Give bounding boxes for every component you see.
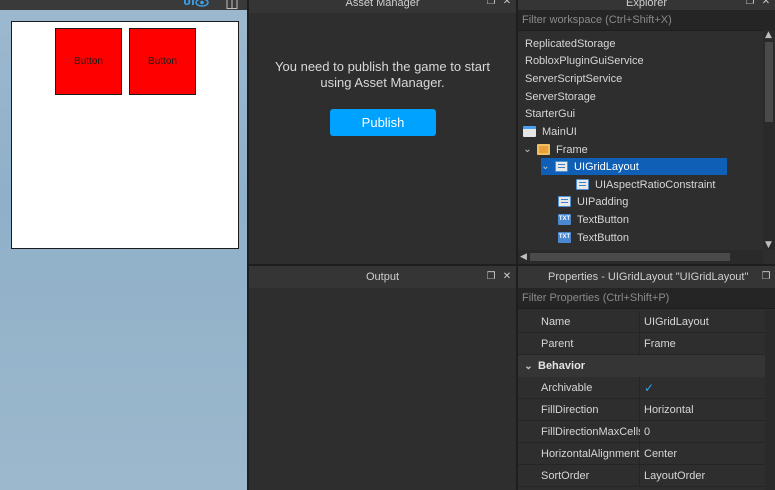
properties-filter-input[interactable]: Filter Properties (Ctrl+Shift+P) — [518, 288, 775, 309]
properties-table: Name UIGridLayout Parent Frame ⌄ Behavio… — [518, 310, 775, 490]
property-category-behavior[interactable]: ⌄ Behavior — [518, 355, 775, 377]
restore-icon[interactable]: ❐ — [486, 271, 496, 283]
publish-message: You need to publish the game to start us… — [275, 59, 490, 90]
tree-item-replicatedstorage[interactable]: ReplicatedStorage — [525, 35, 616, 52]
scrollbar-thumb[interactable] — [765, 42, 773, 122]
property-row-horizontalalignment[interactable]: HorizontalAlignment Center — [518, 443, 775, 465]
restore-icon[interactable]: ❐ — [486, 0, 496, 8]
scroll-left-icon[interactable]: ◀ — [520, 252, 527, 262]
frame-icon — [537, 144, 550, 155]
scroll-down-icon[interactable]: ▼ — [765, 240, 772, 250]
studio-window: UI Button Button Asset Manager ❐ ✕ You n… — [0, 0, 775, 490]
viewport[interactable]: UI Button Button — [0, 0, 247, 490]
tree-item-serverstorage[interactable]: ServerStorage — [525, 88, 596, 105]
chevron-down-icon[interactable]: ⌄ — [524, 361, 533, 372]
explorer-horizontal-scrollbar[interactable]: ◀ — [518, 250, 763, 264]
output-header[interactable]: Output ❐ ✕ — [249, 266, 516, 288]
publish-button[interactable]: Publish — [330, 109, 436, 136]
textbutton-icon: TXT — [558, 232, 571, 243]
device-icon[interactable] — [226, 0, 238, 9]
close-icon[interactable]: ✕ — [502, 0, 512, 8]
explorer-vertical-scrollbar[interactable]: ▲ ▼ — [763, 30, 775, 250]
close-icon[interactable]: ✕ — [761, 0, 771, 8]
tree-item-frame[interactable]: ⌄ Frame — [523, 141, 587, 158]
properties-header[interactable]: Properties - UIGridLayout "UIGridLayout"… — [518, 266, 775, 288]
chevron-down-icon[interactable]: ⌄ — [523, 144, 532, 155]
property-row-filldirectionmaxcells[interactable]: FillDirectionMaxCells 0 — [518, 421, 775, 443]
textbutton-icon: TXT — [558, 214, 571, 225]
explorer-panel: Explorer ❐ ✕ Filter workspace (Ctrl+Shif… — [518, 0, 775, 264]
tree-item-startergui[interactable]: StarterGui — [525, 105, 575, 122]
gui-text-button-2[interactable]: Button — [129, 28, 196, 95]
properties-panel: Properties - UIGridLayout "UIGridLayout"… — [518, 266, 775, 490]
tree-item-mainui[interactable]: MainUI — [523, 123, 577, 140]
uigridlayout-icon — [555, 161, 568, 172]
archivable-checkbox[interactable]: ✓ — [644, 381, 654, 395]
property-row-sortorder[interactable]: SortOrder LayoutOrder — [518, 465, 775, 487]
tree-item-robloxpluginguiservice[interactable]: RobloxPluginGuiService — [525, 52, 644, 69]
tree-item-textbutton-1[interactable]: TXT TextButton — [558, 211, 629, 228]
uipadding-icon — [558, 196, 571, 207]
tree-item-uiaspectratioconstraint[interactable]: UIAspectRatioConstraint — [576, 176, 715, 193]
close-icon[interactable]: ✕ — [502, 271, 512, 283]
property-row-archivable[interactable]: Archivable ✓ — [518, 377, 775, 399]
constraint-icon — [576, 179, 589, 190]
properties-vertical-scrollbar[interactable] — [765, 310, 775, 490]
viewport-topbar — [0, 0, 247, 10]
gui-frame[interactable]: Button Button — [11, 21, 239, 249]
scrollbar-thumb[interactable] — [530, 253, 730, 261]
tree-item-serverscriptservice[interactable]: ServerScriptService — [525, 70, 622, 87]
output-panel: Output ❐ ✕ — [249, 266, 516, 490]
property-row-name[interactable]: Name UIGridLayout — [518, 311, 775, 333]
asset-manager-panel: Asset Manager ❐ ✕ You need to publish th… — [249, 0, 516, 264]
explorer-tree: ReplicatedStorage RobloxPluginGuiService… — [518, 35, 763, 250]
scroll-up-icon[interactable]: ▲ — [765, 30, 772, 40]
restore-icon[interactable]: ❐ — [745, 0, 755, 8]
asset-manager-header[interactable]: Asset Manager ❐ ✕ — [249, 0, 516, 13]
restore-icon[interactable]: ❐ — [761, 271, 771, 283]
explorer-filter-input[interactable]: Filter workspace (Ctrl+Shift+X) — [518, 10, 775, 31]
property-row-filldirection[interactable]: FillDirection Horizontal — [518, 399, 775, 421]
property-row-parent[interactable]: Parent Frame — [518, 333, 775, 355]
ui-mode-label[interactable]: UI — [183, 0, 195, 8]
chevron-down-icon[interactable]: ⌄ — [541, 161, 550, 172]
eye-icon[interactable] — [195, 0, 209, 7]
tree-item-textbutton-2[interactable]: TXT TextButton — [558, 229, 629, 246]
tree-item-uipadding[interactable]: UIPadding — [558, 193, 628, 210]
tree-item-uigridlayout[interactable]: ⌄ UIGridLayout — [541, 158, 727, 175]
screengui-icon — [523, 126, 536, 137]
gui-text-button-1[interactable]: Button — [55, 28, 122, 95]
